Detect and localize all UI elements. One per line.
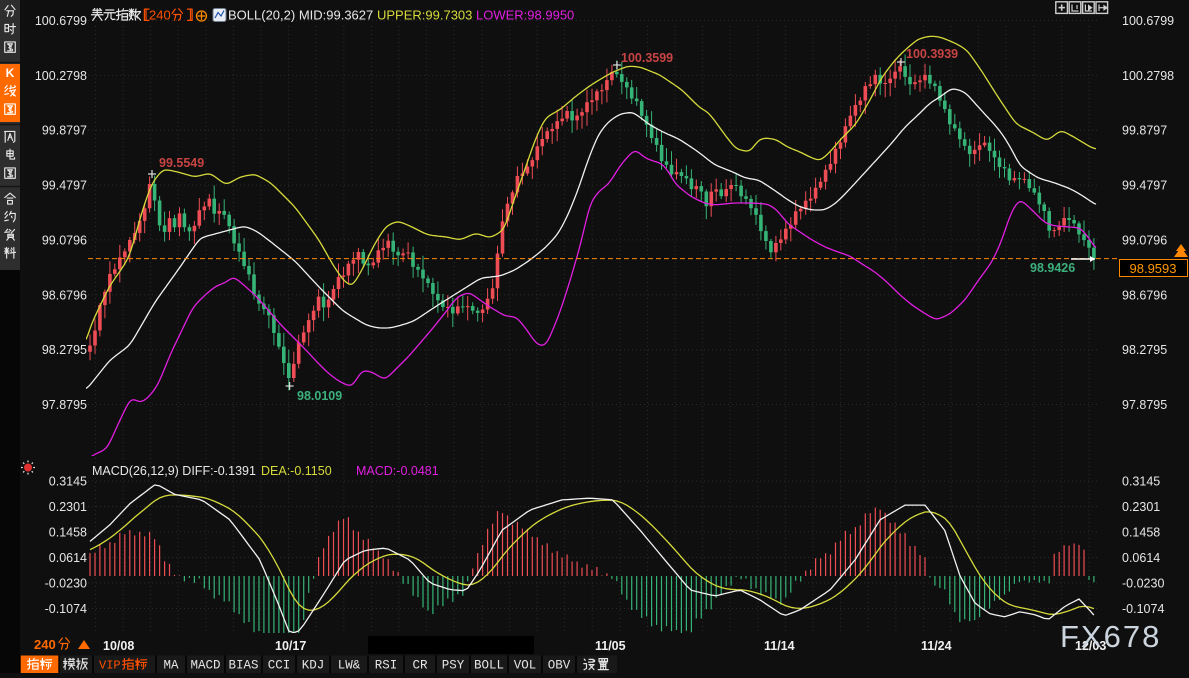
svg-text:99.0796: 99.0796: [1122, 233, 1167, 247]
svg-text:98.6796: 98.6796: [1122, 288, 1167, 302]
svg-text:OBV: OBV: [548, 659, 571, 673]
svg-text:-0.1074: -0.1074: [1122, 602, 1164, 616]
svg-text:LOWER:98.9950: LOWER:98.9950: [476, 8, 574, 23]
svg-text:BIAS: BIAS: [228, 659, 258, 673]
svg-text:11/05: 11/05: [595, 639, 626, 653]
svg-text:99.4797: 99.4797: [42, 179, 87, 193]
svg-text:11/14: 11/14: [764, 639, 795, 653]
svg-text:99.8797: 99.8797: [1122, 124, 1167, 138]
svg-text:98.9593: 98.9593: [1130, 261, 1177, 276]
svg-text:98.2795: 98.2795: [1122, 343, 1167, 357]
svg-text:MACD:-0.0481: MACD:-0.0481: [356, 464, 439, 478]
svg-text:BOLL(20,2) MID:99.3627: BOLL(20,2) MID:99.3627: [228, 8, 373, 23]
svg-text:LW&: LW&: [338, 659, 361, 673]
svg-text:-0.0230: -0.0230: [1122, 577, 1164, 591]
svg-text:100.2798: 100.2798: [35, 69, 87, 83]
svg-text:MACD: MACD: [190, 659, 220, 673]
svg-text:100.3939: 100.3939: [906, 47, 958, 61]
svg-text:0.3145: 0.3145: [1122, 475, 1160, 489]
svg-text:0.3145: 0.3145: [49, 475, 87, 489]
svg-text:10/08: 10/08: [103, 639, 134, 653]
svg-text:FX678: FX678: [1060, 619, 1161, 654]
svg-text:0.0614: 0.0614: [1122, 551, 1160, 565]
svg-text:0.1458: 0.1458: [1122, 526, 1160, 540]
svg-text:CCI: CCI: [268, 659, 291, 673]
svg-text:CR: CR: [412, 659, 428, 673]
svg-text:KDJ: KDJ: [302, 659, 325, 673]
svg-text:MA: MA: [163, 659, 179, 673]
svg-text:0.0614: 0.0614: [49, 551, 87, 565]
svg-text:-0.0230: -0.0230: [45, 577, 87, 591]
svg-text:VOL: VOL: [514, 659, 537, 673]
svg-text:99.4797: 99.4797: [1122, 179, 1167, 193]
svg-text:98.9426: 98.9426: [1030, 261, 1075, 275]
svg-text:240: 240: [149, 8, 171, 23]
svg-text:100.2798: 100.2798: [1122, 69, 1174, 83]
svg-text:240: 240: [34, 637, 56, 652]
svg-text:97.8795: 97.8795: [42, 398, 87, 412]
svg-text:100.6799: 100.6799: [35, 14, 87, 28]
svg-text:99.0796: 99.0796: [42, 233, 87, 247]
svg-text:PSY: PSY: [442, 659, 465, 673]
svg-text:0.2301: 0.2301: [49, 500, 87, 514]
svg-text:99.8797: 99.8797: [42, 124, 87, 138]
svg-text:RSI: RSI: [375, 659, 398, 673]
svg-text:98.6796: 98.6796: [42, 288, 87, 302]
svg-text:99.5549: 99.5549: [159, 156, 204, 170]
svg-text:-0.1074: -0.1074: [45, 602, 87, 616]
svg-text:0.2301: 0.2301: [1122, 500, 1160, 514]
svg-text:MACD(26,12,9) DIFF:-0.1391: MACD(26,12,9) DIFF:-0.1391: [92, 464, 256, 478]
svg-text:100.6799: 100.6799: [1122, 14, 1174, 28]
svg-text:98.0109: 98.0109: [297, 389, 342, 403]
svg-text:11/24: 11/24: [921, 639, 952, 653]
svg-text:100.3599: 100.3599: [621, 51, 673, 65]
svg-text:10/17: 10/17: [275, 639, 306, 653]
svg-text:97.8795: 97.8795: [1122, 398, 1167, 412]
svg-text:BOLL: BOLL: [474, 659, 504, 673]
svg-text:98.2795: 98.2795: [42, 343, 87, 357]
svg-text:DEA:-0.1150: DEA:-0.1150: [261, 464, 332, 478]
svg-text:K: K: [6, 66, 15, 80]
svg-text:VIP: VIP: [99, 659, 121, 673]
svg-text:0.1458: 0.1458: [49, 526, 87, 540]
svg-text:UPPER:99.7303: UPPER:99.7303: [377, 8, 472, 23]
